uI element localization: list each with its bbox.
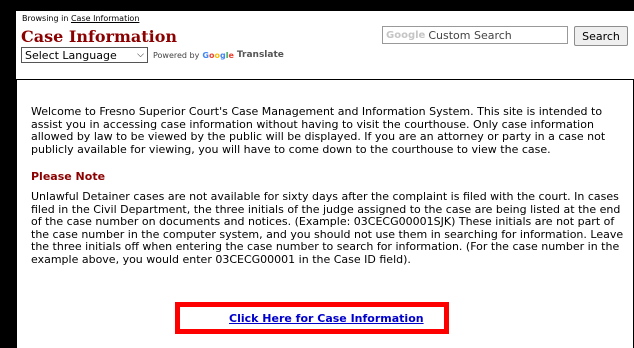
note-heading: Please Note: [31, 170, 106, 183]
chevron-down-icon: ⌵: [137, 50, 144, 60]
google-logo: Google: [202, 50, 234, 60]
search-button[interactable]: Search: [574, 26, 628, 46]
powered-by-label: Powered by: [153, 50, 200, 60]
search-input[interactable]: Google Custom Search: [382, 26, 568, 44]
intro-text: Welcome to Fresno Superior Court's Case …: [31, 105, 606, 156]
note-body: Unlawful Detainer cases are not availabl…: [31, 190, 624, 266]
page: Browsing in Case Information Case Inform…: [16, 11, 634, 348]
search-placeholder: Custom Search: [428, 28, 512, 42]
case-info-link[interactable]: Click Here for Case Information: [229, 312, 424, 325]
powered-by: Powered by Google Translate: [153, 50, 284, 60]
breadcrumb-prefix: Browsing in: [22, 14, 69, 23]
breadcrumb-link[interactable]: Case Information: [71, 14, 139, 23]
breadcrumb: Browsing in Case Information: [22, 14, 139, 23]
language-select[interactable]: Select Language ⌵: [21, 47, 148, 63]
main-content: Welcome to Fresno Superior Court's Case …: [16, 79, 634, 348]
header: Browsing in Case Information Case Inform…: [16, 11, 634, 79]
page-title: Case Information: [21, 27, 178, 46]
language-select-value: Select Language: [25, 48, 117, 62]
search-brand: Google: [386, 29, 426, 41]
translate-label: Translate: [236, 50, 284, 60]
translate-row: Select Language ⌵ Powered by Google Tran…: [21, 47, 284, 63]
